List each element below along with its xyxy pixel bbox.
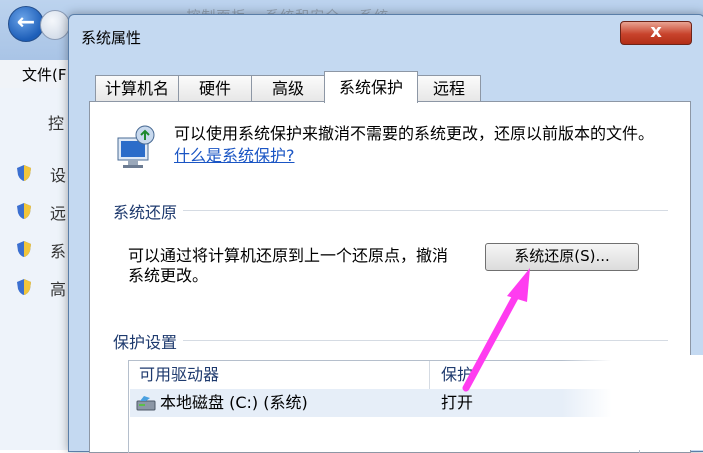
watermark-blur bbox=[562, 355, 703, 450]
tab-hardware[interactable]: 硬件 bbox=[178, 75, 252, 102]
column-divider[interactable] bbox=[429, 361, 430, 389]
left-link-2[interactable]: 远 bbox=[16, 200, 76, 224]
back-arrow-icon[interactable]: ← bbox=[8, 6, 44, 42]
control-panel-link[interactable]: 控 bbox=[48, 110, 64, 134]
explorer-left-pane: 控 设 远 系 高 bbox=[0, 88, 75, 450]
shield-icon bbox=[17, 279, 31, 295]
left-link-label: 系 bbox=[50, 242, 67, 261]
intro-text: 可以使用系统保护来撤消不需要的系统更改，还原以前版本的文件。 bbox=[174, 124, 655, 143]
close-button[interactable]: x bbox=[620, 21, 692, 45]
left-link-label: 远 bbox=[50, 204, 67, 223]
computer-shield-icon bbox=[117, 125, 155, 168]
column-header-drive[interactable]: 可用驱动器 bbox=[139, 361, 220, 389]
shield-icon bbox=[17, 241, 31, 257]
group-divider bbox=[113, 210, 668, 211]
column-header-protection[interactable]: 保护 bbox=[441, 361, 474, 389]
left-link-label: 设 bbox=[50, 166, 67, 185]
forward-arrow-icon[interactable] bbox=[40, 10, 70, 40]
drive-name-cell: 本地磁盘 (C:) (系统) bbox=[160, 393, 308, 412]
system-restore-group-label: 系统还原 bbox=[113, 199, 184, 223]
tab-computer-name[interactable]: 计算机名 bbox=[95, 75, 179, 102]
group-divider bbox=[113, 340, 668, 341]
intro-text-block: 可以使用系统保护来撤消不需要的系统更改，还原以前版本的文件。什么是系统保护? bbox=[174, 123, 664, 167]
what-is-system-protection-link[interactable]: 什么是系统保护? bbox=[174, 146, 295, 165]
tab-remote[interactable]: 远程 bbox=[417, 75, 481, 102]
left-link-4[interactable]: 高 bbox=[16, 276, 76, 300]
local-disk-icon bbox=[136, 396, 156, 411]
shield-icon bbox=[17, 165, 31, 181]
shield-icon bbox=[17, 203, 31, 219]
protection-settings-group-label: 保护设置 bbox=[113, 329, 184, 353]
protection-status-cell: 打开 bbox=[441, 393, 474, 412]
tab-system-protection[interactable]: 系统保护 bbox=[324, 71, 418, 103]
left-link-label: 高 bbox=[50, 280, 67, 299]
system-restore-button[interactable]: 系统还原(S)... bbox=[485, 243, 639, 271]
system-restore-description: 可以通过将计算机还原到上一个还原点，撤消系统更改。 bbox=[128, 246, 449, 285]
tab-advanced[interactable]: 高级 bbox=[251, 75, 325, 102]
dialog-title: 系统属性 bbox=[81, 29, 142, 47]
menu-file[interactable]: 文件(F bbox=[22, 64, 66, 85]
left-link-3[interactable]: 系 bbox=[16, 238, 76, 262]
left-link-1[interactable]: 设 bbox=[16, 162, 76, 186]
